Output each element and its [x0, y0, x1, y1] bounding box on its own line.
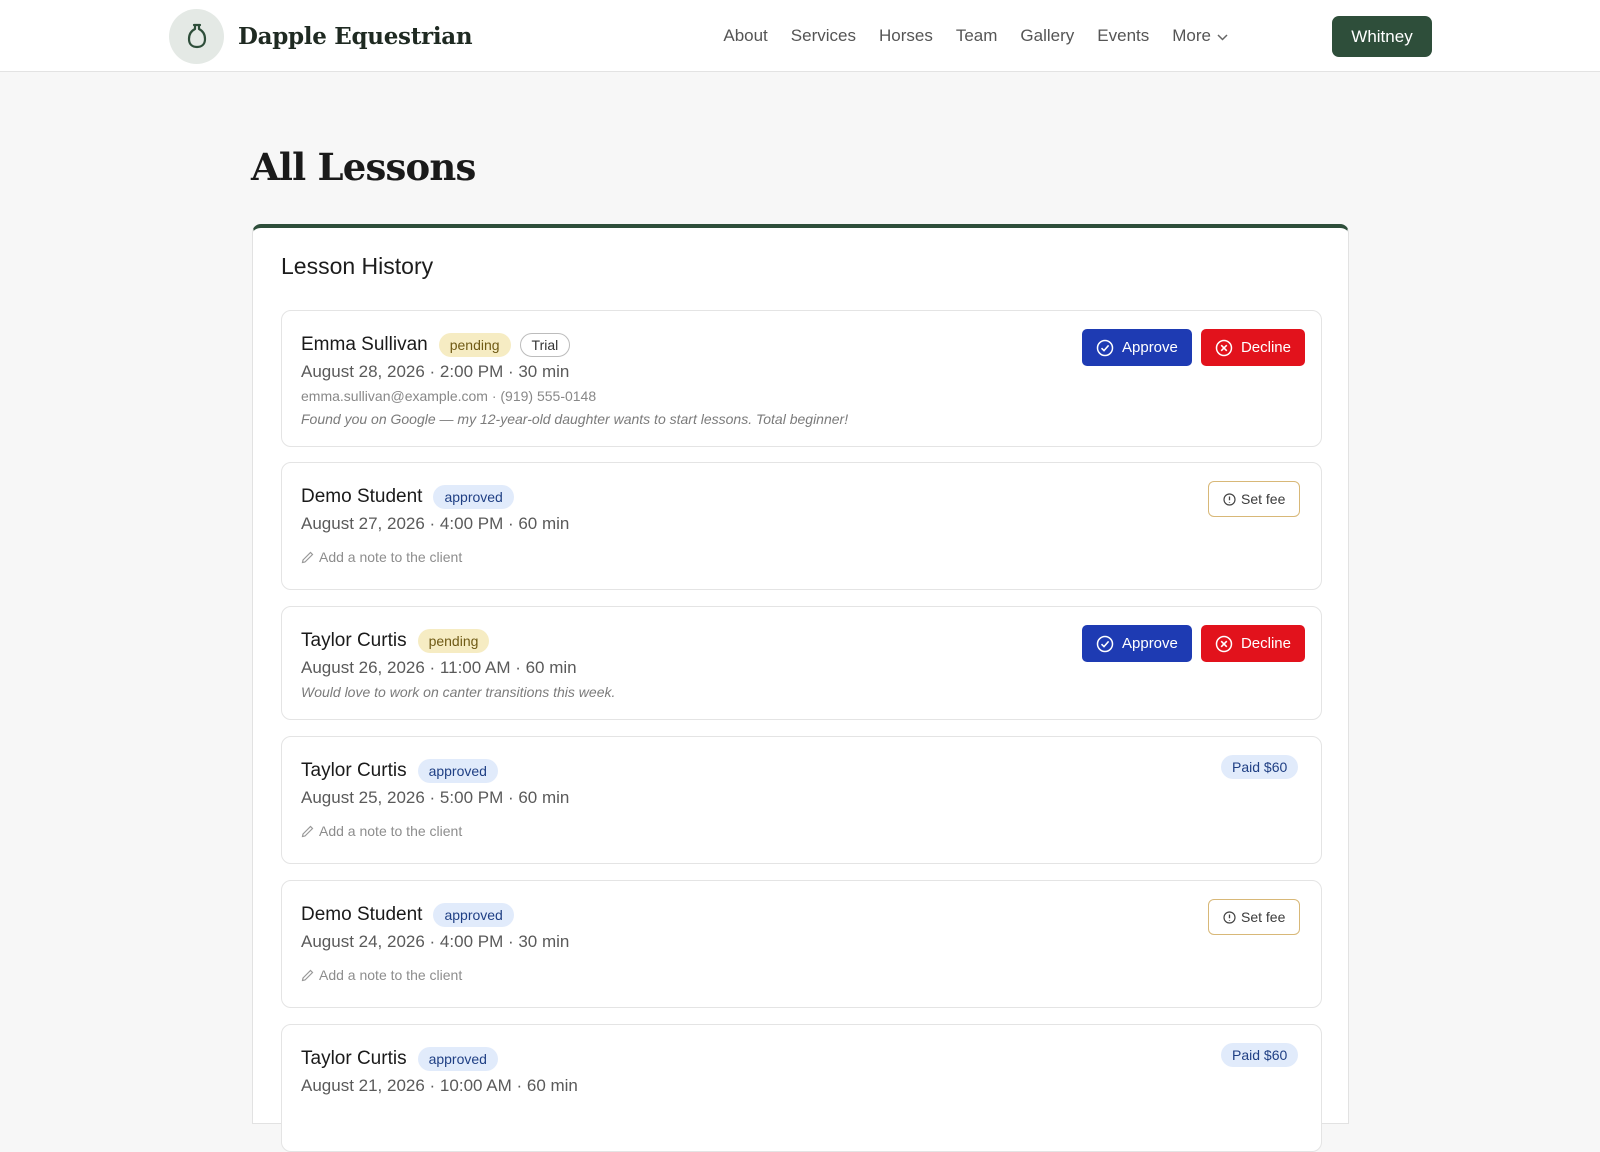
nav-about[interactable]: About — [723, 26, 767, 46]
chevron-down-icon — [1217, 26, 1228, 46]
page-title: All Lessons — [251, 145, 476, 189]
x-circle-icon — [1215, 339, 1233, 356]
section-title: Lesson History — [281, 253, 434, 279]
add-note-label: Add a note to the client — [319, 967, 463, 983]
set-fee-label: Set fee — [1241, 909, 1286, 925]
lesson-datetime: August 24, 2026 · 4:00 PM · 30 min — [301, 932, 570, 951]
info-circle-icon — [1223, 910, 1236, 924]
status-badge: approved — [417, 759, 498, 783]
add-note-link[interactable]: Add a note to the client — [301, 967, 462, 983]
add-note-label: Add a note to the client — [319, 549, 463, 565]
status-badge: approved — [433, 485, 514, 509]
decline-button[interactable]: Decline — [1201, 625, 1305, 662]
brand-name: Dapple Equestrian — [238, 23, 473, 50]
lesson-datetime: August 26, 2026 · 11:00 AM · 60 min — [301, 658, 577, 677]
paid-badge: Paid $60 — [1221, 1043, 1299, 1067]
lesson-card: Demo Student approved August 27, 2026 · … — [281, 462, 1322, 590]
lesson-card: Taylor Curtis approved August 21, 2026 ·… — [281, 1024, 1322, 1152]
add-note-link[interactable]: Add a note to the client — [301, 823, 462, 839]
decline-label: Decline — [1240, 339, 1291, 356]
add-note-link[interactable]: Add a note to the client — [301, 549, 462, 565]
trial-badge: Trial — [519, 333, 571, 357]
check-circle-icon — [1096, 635, 1114, 652]
decline-button[interactable]: Decline — [1201, 329, 1305, 366]
bottle-icon — [169, 9, 224, 64]
nav-services[interactable]: Services — [791, 26, 856, 46]
status-badge: approved — [433, 903, 514, 927]
lesson-datetime: August 28, 2026 · 2:00 PM · 30 min — [301, 362, 570, 381]
check-circle-icon — [1096, 339, 1114, 356]
add-note-label: Add a note to the client — [319, 823, 463, 839]
approve-label: Approve — [1122, 635, 1178, 652]
status-badge: approved — [417, 1047, 498, 1071]
student-name: Taylor Curtis — [301, 1048, 407, 1069]
student-name: Emma Sullivan — [301, 334, 428, 355]
lesson-datetime: August 21, 2026 · 10:00 AM · 60 min — [301, 1076, 578, 1095]
lesson-datetime: August 27, 2026 · 4:00 PM · 60 min — [301, 514, 570, 533]
lesson-card: Emma Sullivan pending Trial August 28, 2… — [281, 310, 1322, 447]
pencil-icon — [301, 825, 314, 837]
paid-badge: Paid $60 — [1221, 755, 1299, 779]
main-nav: About Services Horses Team Gallery Event… — [700, 0, 1228, 72]
approve-button[interactable]: Approve — [1082, 329, 1192, 366]
nav-team[interactable]: Team — [956, 26, 998, 46]
pencil-icon — [301, 551, 314, 563]
client-message: Would love to work on canter transitions… — [301, 684, 616, 700]
nav-events[interactable]: Events — [1097, 26, 1149, 46]
approve-label: Approve — [1122, 339, 1178, 356]
student-name: Taylor Curtis — [301, 760, 407, 781]
student-name: Taylor Curtis — [301, 630, 407, 651]
approve-button[interactable]: Approve — [1082, 625, 1192, 662]
student-name: Demo Student — [301, 904, 423, 925]
lesson-card: Demo Student approved August 24, 2026 · … — [281, 880, 1322, 1008]
top-navigation-bar: Dapple Equestrian About Services Horses … — [0, 0, 1600, 72]
lesson-history-panel: Lesson History Emma Sullivan pending Tri… — [252, 224, 1349, 1152]
nav-more-label: More — [1172, 26, 1211, 45]
client-message: Found you on Google — my 12-year-old dau… — [301, 411, 849, 427]
lesson-card: Taylor Curtis pending August 26, 2026 · … — [281, 606, 1322, 720]
set-fee-button[interactable]: Set fee — [1208, 481, 1301, 517]
student-name: Demo Student — [301, 486, 423, 507]
pencil-icon — [301, 969, 314, 981]
set-fee-label: Set fee — [1241, 491, 1286, 507]
info-circle-icon — [1223, 492, 1236, 506]
brand[interactable]: Dapple Equestrian — [169, 9, 473, 64]
nav-more[interactable]: More — [1172, 26, 1228, 46]
decline-label: Decline — [1240, 635, 1291, 652]
nav-horses[interactable]: Horses — [879, 26, 933, 46]
status-badge: pending — [438, 333, 511, 357]
lesson-datetime: August 25, 2026 · 5:00 PM · 60 min — [301, 788, 570, 807]
lesson-card: Taylor Curtis approved August 25, 2026 ·… — [281, 736, 1322, 864]
user-menu-button[interactable]: Whitney — [1332, 16, 1432, 57]
x-circle-icon — [1215, 635, 1233, 652]
contact-info: emma.sullivan@example.com · (919) 555-01… — [301, 388, 597, 404]
nav-gallery[interactable]: Gallery — [1020, 26, 1074, 46]
status-badge: pending — [417, 629, 490, 653]
set-fee-button[interactable]: Set fee — [1208, 899, 1301, 935]
